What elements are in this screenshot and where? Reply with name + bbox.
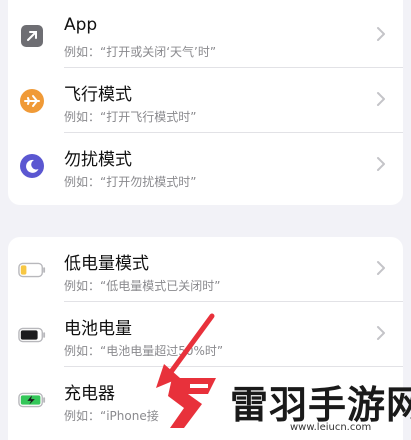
airplane-icon: [18, 87, 46, 115]
chevron-right-icon: [377, 27, 385, 41]
list-item-subtitle: 例如：“打开勿扰模式时”: [64, 175, 197, 189]
battery-charging-icon: [18, 386, 46, 414]
chevron-right-icon: [377, 326, 385, 340]
list-item-app[interactable]: App 例如：“打开或关闭‘天气’时”: [8, 3, 403, 68]
list-item-subtitle: 例如：“iPhone接: [64, 409, 159, 423]
moon-icon: [18, 152, 46, 180]
battery-level-icon: [18, 321, 46, 349]
list-item-subtitle: 例如：“打开飞行模式时”: [64, 110, 197, 124]
list-item-title: App: [64, 15, 98, 35]
list-item-do-not-disturb[interactable]: 勿扰模式 例如：“打开勿扰模式时”: [8, 133, 403, 198]
list-item-low-power-mode[interactable]: 低电量模式 例如：“低电量模式已关闭时”: [8, 237, 403, 302]
chevron-right-icon: [377, 92, 385, 106]
list-item-title: 飞行模式: [64, 85, 132, 105]
battery-low-icon: [18, 256, 46, 284]
list-item-title: 勿扰模式: [64, 150, 132, 170]
automation-list-group-2: 低电量模式 例如：“低电量模式已关闭时” 电池电量 例如：“电池电量超过50%时…: [8, 237, 403, 440]
chevron-right-icon: [377, 261, 385, 275]
list-item-subtitle: 例如：“打开或关闭‘天气’时”: [64, 45, 217, 59]
chevron-right-icon: [377, 157, 385, 171]
list-item-subtitle: 例如：“低电量模式已关闭时”: [64, 279, 221, 293]
list-item-battery-level[interactable]: 电池电量 例如：“电池电量超过50%时”: [8, 302, 403, 367]
list-item-title: 电池电量: [64, 319, 132, 339]
list-item-charger[interactable]: 充电器 例如：“iPhone接: [8, 367, 403, 432]
list-item-subtitle: 例如：“电池电量超过50%时”: [64, 344, 224, 358]
automation-list-group-1: App 例如：“打开或关闭‘天气’时” 飞行模式 例如：“打开飞行模式时” 勿扰…: [8, 0, 403, 205]
list-item-title: 充电器: [64, 384, 115, 404]
app-shortcut-arrow-icon: [18, 22, 46, 50]
list-item-title: 低电量模式: [64, 254, 149, 274]
list-item-airplane-mode[interactable]: 飞行模式 例如：“打开飞行模式时”: [8, 68, 403, 133]
